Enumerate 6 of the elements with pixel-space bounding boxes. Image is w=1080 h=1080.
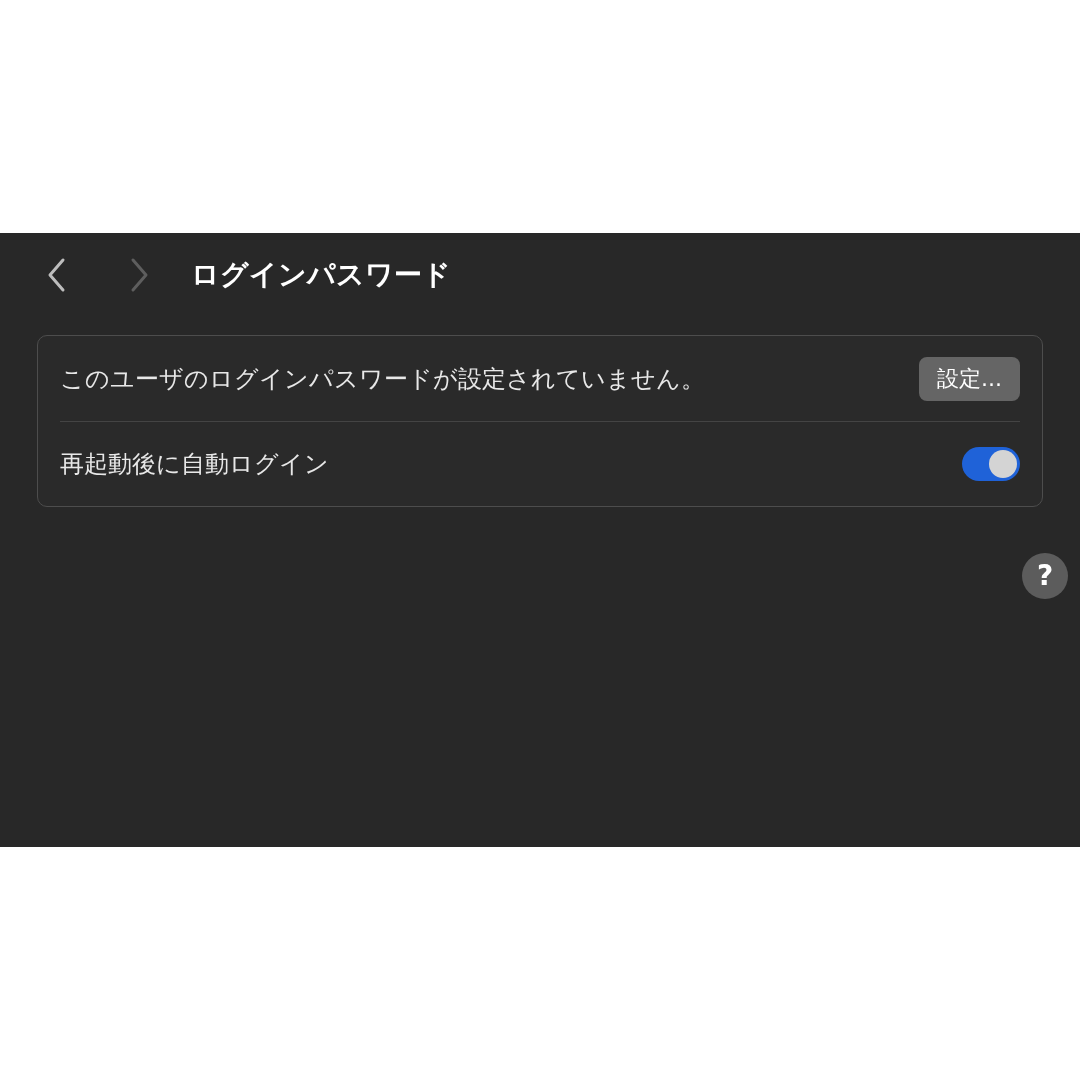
setting-label: このユーザのログインパスワードが設定されていません。: [60, 363, 705, 395]
setting-label: 再起動後に自動ログイン: [60, 449, 329, 480]
toggle-switch[interactable]: [962, 447, 1020, 481]
help-button[interactable]: ?: [1022, 553, 1068, 599]
set-button[interactable]: 設定...: [919, 356, 1020, 401]
page-title: ログインパスワード: [191, 257, 451, 293]
